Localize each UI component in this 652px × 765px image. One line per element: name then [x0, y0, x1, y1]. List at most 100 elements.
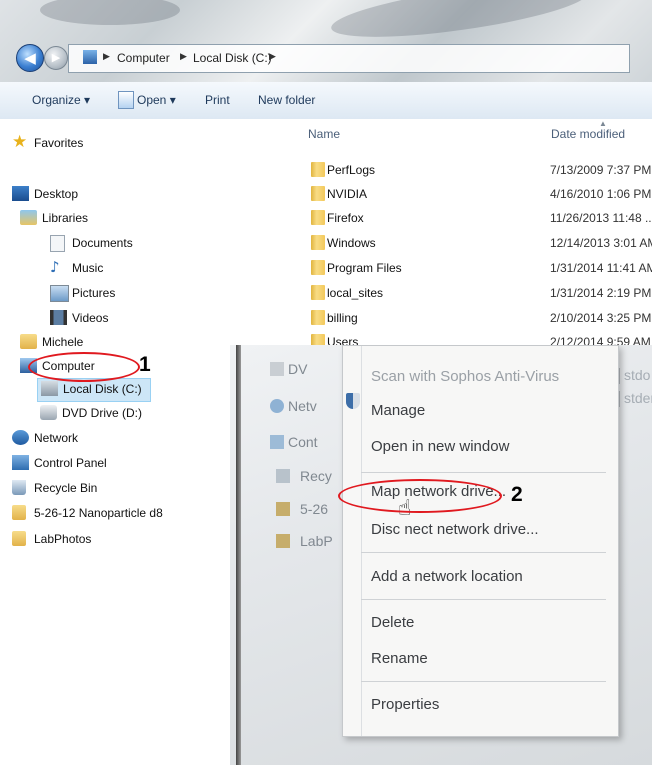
annotation-ring-computer — [28, 352, 140, 382]
sidebar-item-label: Control Panel — [34, 456, 107, 470]
background-item: 5-26 — [300, 501, 329, 517]
file-name: NVIDIA — [327, 187, 368, 201]
sidebar-item-label: Network — [34, 431, 79, 445]
table-row[interactable]: PerfLogs 7/13/2009 7:37 PM — [290, 159, 652, 183]
breadcrumb-local-disk[interactable]: Local Disk (C:) — [193, 51, 272, 65]
file-date: 2/10/2014 3:25 PM — [550, 311, 652, 325]
file-name: PerfLogs — [327, 163, 376, 177]
print-button[interactable]: Print — [205, 93, 230, 107]
file-date: 12/14/2013 3:01 AM — [550, 236, 652, 250]
computer-icon — [83, 50, 97, 64]
menu-separator — [361, 552, 606, 553]
menu-item-add-network-location[interactable]: Add a network location — [371, 568, 523, 585]
menu-item-open-new-window[interactable]: Open in new window — [371, 438, 509, 455]
admin-shield-icon — [346, 393, 360, 409]
breadcrumb-separator-icon: ▶ — [103, 51, 110, 61]
desktop-icon — [12, 186, 29, 201]
folder-icon — [311, 310, 325, 325]
background-item: DV — [288, 361, 308, 377]
user-folder-icon — [20, 334, 37, 349]
forward-button[interactable]: ▶ — [44, 46, 68, 70]
column-header-date[interactable]: Date modified — [551, 127, 625, 141]
hard-drive-icon — [41, 381, 58, 396]
column-header-name[interactable]: Name — [308, 127, 340, 141]
breadcrumb-computer[interactable]: Computer — [117, 51, 170, 65]
sidebar-item-label: Music — [72, 261, 104, 275]
recycle-bin-icon — [12, 480, 26, 495]
background-item: stder — [624, 390, 652, 406]
dvd-drive-icon — [270, 362, 284, 376]
menu-item-disconnect-network-drive[interactable]: Disc nect network drive... — [371, 521, 539, 538]
file-name: Program Files — [327, 261, 402, 275]
background-blur — [328, 0, 592, 48]
annotation-ring-map-drive — [338, 479, 502, 513]
sidebar-item-label: Documents — [72, 236, 133, 250]
background-item: Netv — [288, 398, 317, 414]
menu-item-properties[interactable]: Properties — [371, 696, 439, 713]
open-button[interactable]: Open ▾ — [137, 93, 176, 107]
folder-icon — [311, 235, 325, 250]
folder-icon — [12, 531, 26, 546]
menu-item-delete[interactable]: Delete — [371, 614, 414, 631]
table-row[interactable]: NVIDIA 4/16/2010 1:06 PM — [290, 183, 652, 207]
star-icon: ★ — [12, 132, 28, 152]
sidebar-item-label: LabPhotos — [34, 532, 92, 546]
address-bar[interactable]: ▶ Computer ▶ Local Disk (C:) ▶ — [68, 44, 630, 73]
background-item: Cont — [288, 434, 318, 450]
menu-item-scan-sophos[interactable]: Scan with Sophos Anti-Virus — [371, 368, 559, 385]
sidebar-item-label: Libraries — [42, 211, 89, 225]
file-date: 4/16/2010 1:06 PM — [550, 187, 652, 201]
breadcrumb-separator-icon: ▶ — [269, 51, 276, 61]
file-name: Firefox — [327, 211, 364, 225]
context-menu-photo: DV Netv Cont Recy 5-26 LabP stdo stder S… — [230, 345, 652, 765]
table-row[interactable]: Firefox 11/26/2013 11:48 ... — [290, 207, 652, 231]
table-row[interactable]: Windows 12/14/2013 3:01 AM — [290, 232, 652, 256]
table-row[interactable]: billing 2/10/2014 3:25 PM — [290, 307, 652, 331]
annotation-step-1: 1 — [139, 353, 151, 376]
sidebar-item-label: Michele — [42, 335, 84, 349]
network-icon — [270, 399, 284, 413]
folder-icon — [311, 162, 325, 177]
table-row[interactable]: local_sites 1/31/2014 2:19 PM — [290, 282, 652, 306]
videos-icon — [50, 310, 67, 325]
background-item: stdo — [624, 367, 651, 383]
window-edge — [236, 345, 241, 765]
menu-separator — [361, 599, 606, 600]
music-note-icon: ♪ — [50, 258, 60, 276]
organize-button[interactable]: Organize ▾ — [32, 93, 90, 107]
control-panel-icon — [12, 455, 29, 470]
file-date: 1/31/2014 2:19 PM — [550, 286, 652, 300]
back-arrow-icon: ◀ — [24, 49, 36, 67]
new-folder-button[interactable]: New folder — [258, 93, 315, 107]
sidebar-item-label: DVD Drive (D:) — [62, 406, 142, 420]
sidebar-item-label: Desktop — [34, 187, 79, 201]
forward-arrow-icon: ▶ — [51, 51, 61, 64]
menu-separator — [361, 681, 606, 682]
file-date: 1/31/2014 11:41 AM — [550, 261, 652, 275]
folder-icon — [12, 505, 26, 520]
pictures-icon — [50, 285, 69, 302]
background-blur — [40, 0, 180, 25]
file-name: local_sites — [327, 286, 384, 300]
folder-icon — [311, 260, 325, 275]
background-item: LabP — [300, 533, 333, 549]
sidebar-item-label: Pictures — [72, 286, 116, 300]
file-date: 7/13/2009 7:37 PM — [550, 163, 652, 177]
file-name: billing — [327, 311, 358, 325]
file-date: 11/26/2013 11:48 ... — [550, 211, 652, 225]
file-list: Name ▲ Date modified PerfLogs 7/13/2009 7… — [290, 119, 652, 359]
command-bar: Organize ▾ Open ▾ Print New folder — [0, 82, 652, 120]
table-row[interactable]: Program Files 1/31/2014 11:41 AM — [290, 257, 652, 281]
background-item: Recy — [300, 468, 332, 484]
sidebar-item-label: Favorites — [34, 136, 84, 150]
breadcrumb-separator-icon: ▶ — [180, 51, 187, 61]
sidebar-item-label: Recycle Bin — [34, 481, 98, 495]
folder-icon — [276, 534, 290, 548]
menu-gutter — [361, 346, 362, 736]
window-title-bar: ◀ ▶ ▶ Computer ▶ Local Disk (C:) ▶ — [0, 0, 652, 82]
back-button[interactable]: ◀ — [16, 44, 44, 72]
menu-item-rename[interactable]: Rename — [371, 650, 428, 667]
menu-item-manage[interactable]: Manage — [371, 402, 425, 419]
libraries-icon — [20, 210, 37, 225]
menu-separator — [361, 472, 606, 473]
